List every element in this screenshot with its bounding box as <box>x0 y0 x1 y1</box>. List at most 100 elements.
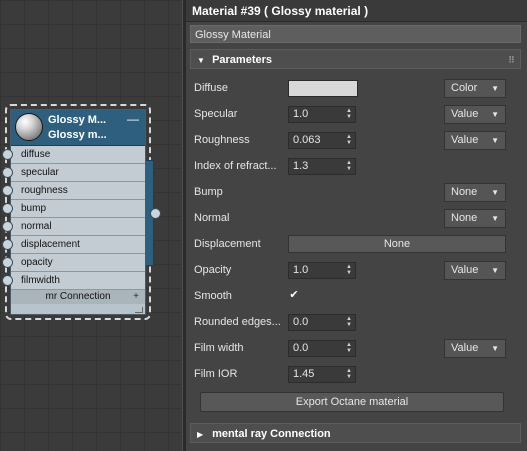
port-label: normal <box>21 221 52 232</box>
smooth-label: Smooth <box>194 290 232 302</box>
film-ior-spinner[interactable]: 1.45 ▲ ▼ <box>288 366 356 383</box>
spinner-arrows-icon[interactable]: ▲ ▼ <box>346 316 352 328</box>
rollout-title: mental ray Connection <box>212 428 331 440</box>
node-port-roughness[interactable]: roughness <box>2 182 145 200</box>
resize-grip-icon[interactable] <box>135 307 143 313</box>
port-label: specular <box>21 167 59 178</box>
chevron-down-icon: ▼ <box>491 344 499 353</box>
diffuse-color-swatch[interactable] <box>288 80 358 97</box>
export-octane-material-button[interactable]: Export Octane material <box>200 392 504 412</box>
expand-plus-icon[interactable]: + <box>133 290 139 303</box>
chevron-down-icon: ▼ <box>491 84 499 93</box>
spinner-arrows-icon[interactable]: ▲ ▼ <box>346 342 352 354</box>
spinner-arrows-icon[interactable]: ▲ ▼ <box>346 108 352 120</box>
port-label: opacity <box>21 257 53 268</box>
node-editor-canvas[interactable]: Glossy M... Glossy m... — diffuse specul… <box>0 0 182 451</box>
normal-label: Normal <box>194 212 230 224</box>
spinner-value: 0.0 <box>293 316 309 328</box>
node-port-normal[interactable]: normal <box>2 218 145 236</box>
material-name-field[interactable]: Glossy Material <box>190 25 521 43</box>
dropdown-value: Color <box>451 82 478 94</box>
spinner-value: 1.0 <box>293 264 309 276</box>
spinner-value: 1.3 <box>293 160 309 172</box>
parameters-rollout-header[interactable]: ▼ Parameters ⠿ <box>190 49 521 69</box>
spinner-arrows-icon[interactable]: ▲ ▼ <box>346 368 352 380</box>
node-mr-connection[interactable]: mr Connection + <box>11 290 145 304</box>
opacity-label: Opacity <box>194 264 232 276</box>
spinner-arrows-icon[interactable]: ▲ ▼ <box>346 264 352 276</box>
collapsed-arrow-icon: ▶ <box>197 430 204 439</box>
dropdown-value: Value <box>451 108 479 120</box>
bump-type-dropdown[interactable]: None ▼ <box>444 183 506 202</box>
output-socket-icon[interactable] <box>150 208 161 219</box>
drag-grip-icon: ⠿ <box>507 55 515 65</box>
roughness-type-dropdown[interactable]: Value ▼ <box>444 131 506 150</box>
port-label: diffuse <box>21 149 51 160</box>
dropdown-value: None <box>451 212 478 224</box>
specular-label: Specular <box>194 108 238 120</box>
mental-ray-rollout-header[interactable]: ▶ mental ray Connection <box>190 423 521 443</box>
input-socket-icon[interactable] <box>2 203 13 214</box>
panel-title: Material #39 ( Glossy material ) <box>186 0 527 22</box>
rounded-edges-spinner[interactable]: 0.0 ▲ ▼ <box>288 314 356 331</box>
node-port-bump[interactable]: bump <box>2 200 145 218</box>
input-socket-icon[interactable] <box>2 167 13 178</box>
input-socket-icon[interactable] <box>2 257 13 268</box>
opacity-spinner[interactable]: 1.0 ▲ ▼ <box>288 262 356 279</box>
displacement-label: Displacement <box>194 238 261 250</box>
node-collapse-button[interactable]: — <box>127 112 139 126</box>
dropdown-value: Value <box>451 342 479 354</box>
specular-type-dropdown[interactable]: Value ▼ <box>444 105 506 124</box>
material-node[interactable]: Glossy M... Glossy m... — diffuse specul… <box>2 104 161 320</box>
port-label: filmwidth <box>21 275 60 286</box>
diffuse-label: Diffuse <box>194 82 229 94</box>
specular-spinner[interactable]: 1.0 ▲ ▼ <box>288 106 356 123</box>
bump-label: Bump <box>194 186 223 198</box>
diffuse-type-dropdown[interactable]: Color ▼ <box>444 79 506 98</box>
node-title: Glossy M... <box>48 114 107 126</box>
rollout-title: Parameters <box>212 54 272 66</box>
material-parameter-panel: Material #39 ( Glossy material ) Glossy … <box>186 0 527 451</box>
input-socket-icon[interactable] <box>2 185 13 196</box>
film-width-spinner[interactable]: 0.0 ▲ ▼ <box>288 340 356 357</box>
material-preview-sphere-icon <box>15 113 43 141</box>
node-port-opacity[interactable]: opacity <box>2 254 145 272</box>
chevron-down-icon: ▼ <box>491 214 499 223</box>
film-width-type-dropdown[interactable]: Value ▼ <box>444 339 506 358</box>
material-node-header[interactable]: Glossy M... Glossy m... — <box>11 110 145 146</box>
chevron-down-icon: ▼ <box>491 136 499 145</box>
node-port-displacement[interactable]: displacement <box>2 236 145 254</box>
chevron-down-icon: ▼ <box>491 188 499 197</box>
material-node-body[interactable]: Glossy M... Glossy m... — diffuse specul… <box>2 109 161 315</box>
roughness-spinner[interactable]: 0.063 ▲ ▼ <box>288 132 356 149</box>
spinner-arrows-icon[interactable]: ▲ ▼ <box>346 160 352 172</box>
smooth-checkbox[interactable]: ✔ <box>288 289 300 301</box>
dropdown-value: None <box>451 186 478 198</box>
opacity-type-dropdown[interactable]: Value ▼ <box>444 261 506 280</box>
node-port-diffuse[interactable]: diffuse <box>2 146 145 164</box>
chevron-down-icon: ▼ <box>491 266 499 275</box>
input-socket-icon[interactable] <box>2 221 13 232</box>
normal-type-dropdown[interactable]: None ▼ <box>444 209 506 228</box>
dropdown-value: Value <box>451 134 479 146</box>
ior-spinner[interactable]: 1.3 ▲ ▼ <box>288 158 356 175</box>
input-socket-icon[interactable] <box>2 275 13 286</box>
film-width-label: Film width <box>194 342 244 354</box>
ior-label: Index of refract... <box>194 160 277 172</box>
node-port-specular[interactable]: specular <box>2 164 145 182</box>
roughness-label: Roughness <box>194 134 250 146</box>
spinner-value: 0.063 <box>293 134 321 146</box>
spinner-arrows-icon[interactable]: ▲ ▼ <box>346 134 352 146</box>
dropdown-value: Value <box>451 264 479 276</box>
port-label: bump <box>21 203 47 214</box>
node-port-filmwidth[interactable]: filmwidth <box>2 272 145 290</box>
node-subtitle: Glossy m... <box>48 129 107 141</box>
input-socket-icon[interactable] <box>2 149 13 160</box>
chevron-down-icon: ▼ <box>491 110 499 119</box>
input-socket-icon[interactable] <box>2 239 13 250</box>
displacement-map-button[interactable]: None <box>288 235 506 253</box>
film-ior-label: Film IOR <box>194 368 238 380</box>
spinner-value: 1.0 <box>293 108 309 120</box>
port-label: displacement <box>21 239 80 250</box>
port-label: roughness <box>21 185 68 196</box>
